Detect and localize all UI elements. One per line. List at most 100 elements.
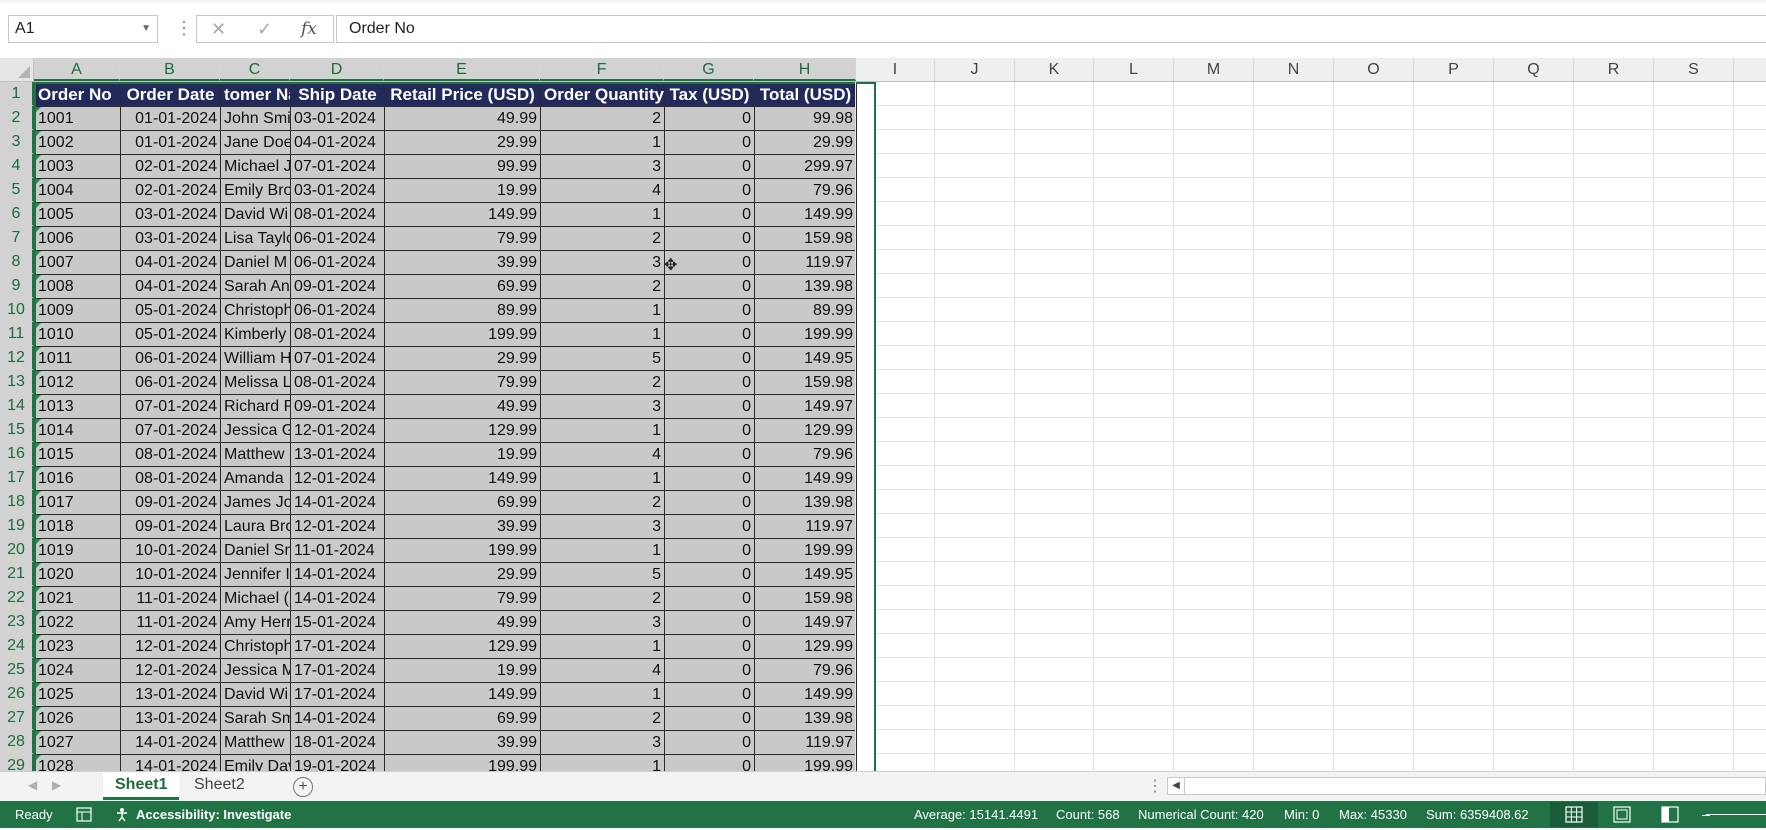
table-cell[interactable]: 1 <box>540 754 665 771</box>
check-icon[interactable]: ✓ <box>257 16 272 42</box>
table-cell[interactable]: 149.99 <box>384 202 541 227</box>
table-cell[interactable]: 1 <box>540 202 665 227</box>
table-cell[interactable]: 0 <box>664 514 755 539</box>
table-cell[interactable]: 3 <box>540 610 665 635</box>
scroll-left-icon[interactable]: ◀ <box>1168 778 1185 794</box>
table-cell[interactable]: 18-01-2024 <box>290 730 385 755</box>
table-cell[interactable]: 0 <box>664 682 755 707</box>
table-cell[interactable]: 10-01-2024 <box>120 538 221 563</box>
table-cell[interactable]: 89.99 <box>754 298 857 323</box>
accessibility-status[interactable]: Accessibility: Investigate <box>136 801 291 828</box>
table-cell[interactable]: 159.98 <box>754 370 857 395</box>
normal-view-button[interactable] <box>1550 802 1598 827</box>
table-cell[interactable]: 0 <box>664 634 755 659</box>
table-cell[interactable]: 79.96 <box>754 178 857 203</box>
row-header[interactable]: 3 <box>0 130 34 154</box>
table-cell[interactable]: Matthew <box>220 730 291 755</box>
table-cell[interactable]: 199.99 <box>384 322 541 347</box>
row-header[interactable]: 19 <box>0 514 34 538</box>
table-cell[interactable]: 39.99 <box>384 730 541 755</box>
row-header[interactable]: 11 <box>0 322 34 346</box>
row-header[interactable]: 12 <box>0 346 34 370</box>
header-cell[interactable]: Retail Price (USD) <box>384 82 541 107</box>
column-header-e[interactable]: E <box>384 58 540 81</box>
table-cell[interactable]: 1012 <box>34 370 121 395</box>
table-cell[interactable]: 13-01-2024 <box>290 442 385 467</box>
header-cell[interactable]: Order No <box>34 82 121 107</box>
table-cell[interactable]: 04-01-2024 <box>120 274 221 299</box>
table-cell[interactable]: 15-01-2024 <box>290 610 385 635</box>
table-cell[interactable]: 139.98 <box>754 490 857 515</box>
table-cell[interactable]: 3 <box>540 514 665 539</box>
table-cell[interactable]: Emily Bro <box>220 178 291 203</box>
table-cell[interactable]: Matthew <box>220 442 291 467</box>
column-header-s[interactable]: S <box>1654 58 1734 81</box>
table-cell[interactable]: 0 <box>664 538 755 563</box>
table-cell[interactable]: 199.99 <box>754 322 857 347</box>
add-sheet-button[interactable]: + <box>293 777 313 797</box>
table-cell[interactable]: 12-01-2024 <box>290 514 385 539</box>
table-cell[interactable]: 1014 <box>34 418 121 443</box>
table-cell[interactable]: 12-01-2024 <box>290 466 385 491</box>
row-header[interactable]: 14 <box>0 394 34 418</box>
table-cell[interactable]: Michael J <box>220 154 291 179</box>
table-cell[interactable]: 159.98 <box>754 226 857 251</box>
name-box[interactable]: A1 ▼ <box>8 15 158 43</box>
table-cell[interactable]: 3 <box>540 730 665 755</box>
table-cell[interactable]: 1009 <box>34 298 121 323</box>
table-cell[interactable]: 19.99 <box>384 442 541 467</box>
table-cell[interactable]: 139.98 <box>754 706 857 731</box>
table-cell[interactable]: Kimberly <box>220 322 291 347</box>
row-header[interactable]: 29 <box>0 754 34 771</box>
table-cell[interactable]: David Wi <box>220 202 291 227</box>
table-cell[interactable]: 0 <box>664 298 755 323</box>
column-header-h[interactable]: H <box>754 58 856 81</box>
data-table[interactable]: Order No Order Date tomer Na Ship Date Retai… <box>34 82 857 771</box>
table-cell[interactable]: 0 <box>664 226 755 251</box>
table-cell[interactable]: 12-01-2024 <box>120 658 221 683</box>
row-header[interactable]: 23 <box>0 610 34 634</box>
row-header[interactable]: 5 <box>0 178 34 202</box>
table-cell[interactable]: Christoph <box>220 634 291 659</box>
column-header-q[interactable]: Q <box>1494 58 1574 81</box>
table-cell[interactable]: 0 <box>664 466 755 491</box>
table-cell[interactable]: 3 <box>540 250 665 275</box>
table-cell[interactable]: 149.99 <box>384 682 541 707</box>
row-header[interactable]: 1 <box>0 82 34 106</box>
vertical-dots-icon[interactable]: ⋮ <box>175 16 193 40</box>
row-header[interactable]: 28 <box>0 730 34 754</box>
row-header[interactable]: 21 <box>0 562 34 586</box>
header-cell[interactable]: Total (USD) <box>754 82 857 107</box>
table-cell[interactable]: 4 <box>540 178 665 203</box>
cells-area[interactable]: Order No Order Date tomer Na Ship Date Retai… <box>34 82 1766 771</box>
table-cell[interactable]: 07-01-2024 <box>290 154 385 179</box>
table-cell[interactable]: 79.99 <box>384 226 541 251</box>
table-cell[interactable]: 199.99 <box>754 538 857 563</box>
table-cell[interactable]: 119.97 <box>754 730 857 755</box>
table-cell[interactable]: 04-01-2024 <box>290 130 385 155</box>
table-cell[interactable]: 0 <box>664 706 755 731</box>
scroll-left-icon[interactable]: ◀ <box>28 778 37 792</box>
table-cell[interactable]: 29.99 <box>384 130 541 155</box>
column-header-c[interactable]: C <box>220 58 290 81</box>
column-header-a[interactable]: A <box>34 58 120 81</box>
page-layout-view-button[interactable] <box>1598 802 1646 827</box>
row-header[interactable]: 16 <box>0 442 34 466</box>
table-cell[interactable]: 07-01-2024 <box>120 418 221 443</box>
table-cell[interactable]: 5 <box>540 562 665 587</box>
table-cell[interactable]: 0 <box>664 586 755 611</box>
header-cell[interactable]: Order Date <box>120 82 221 107</box>
header-cell[interactable]: tomer Na <box>220 82 291 107</box>
row-header[interactable]: 27 <box>0 706 34 730</box>
table-cell[interactable]: 14-01-2024 <box>120 754 221 771</box>
table-cell[interactable]: 17-01-2024 <box>290 634 385 659</box>
table-cell[interactable]: 0 <box>664 442 755 467</box>
table-cell[interactable]: 3 <box>540 394 665 419</box>
table-cell[interactable]: 39.99 <box>384 250 541 275</box>
table-cell[interactable]: Jennifer I <box>220 562 291 587</box>
macro-record-icon[interactable] <box>76 807 92 822</box>
table-cell[interactable]: 2 <box>540 586 665 611</box>
table-cell[interactable]: 69.99 <box>384 274 541 299</box>
table-cell[interactable]: 03-01-2024 <box>120 202 221 227</box>
table-cell[interactable]: 1003 <box>34 154 121 179</box>
